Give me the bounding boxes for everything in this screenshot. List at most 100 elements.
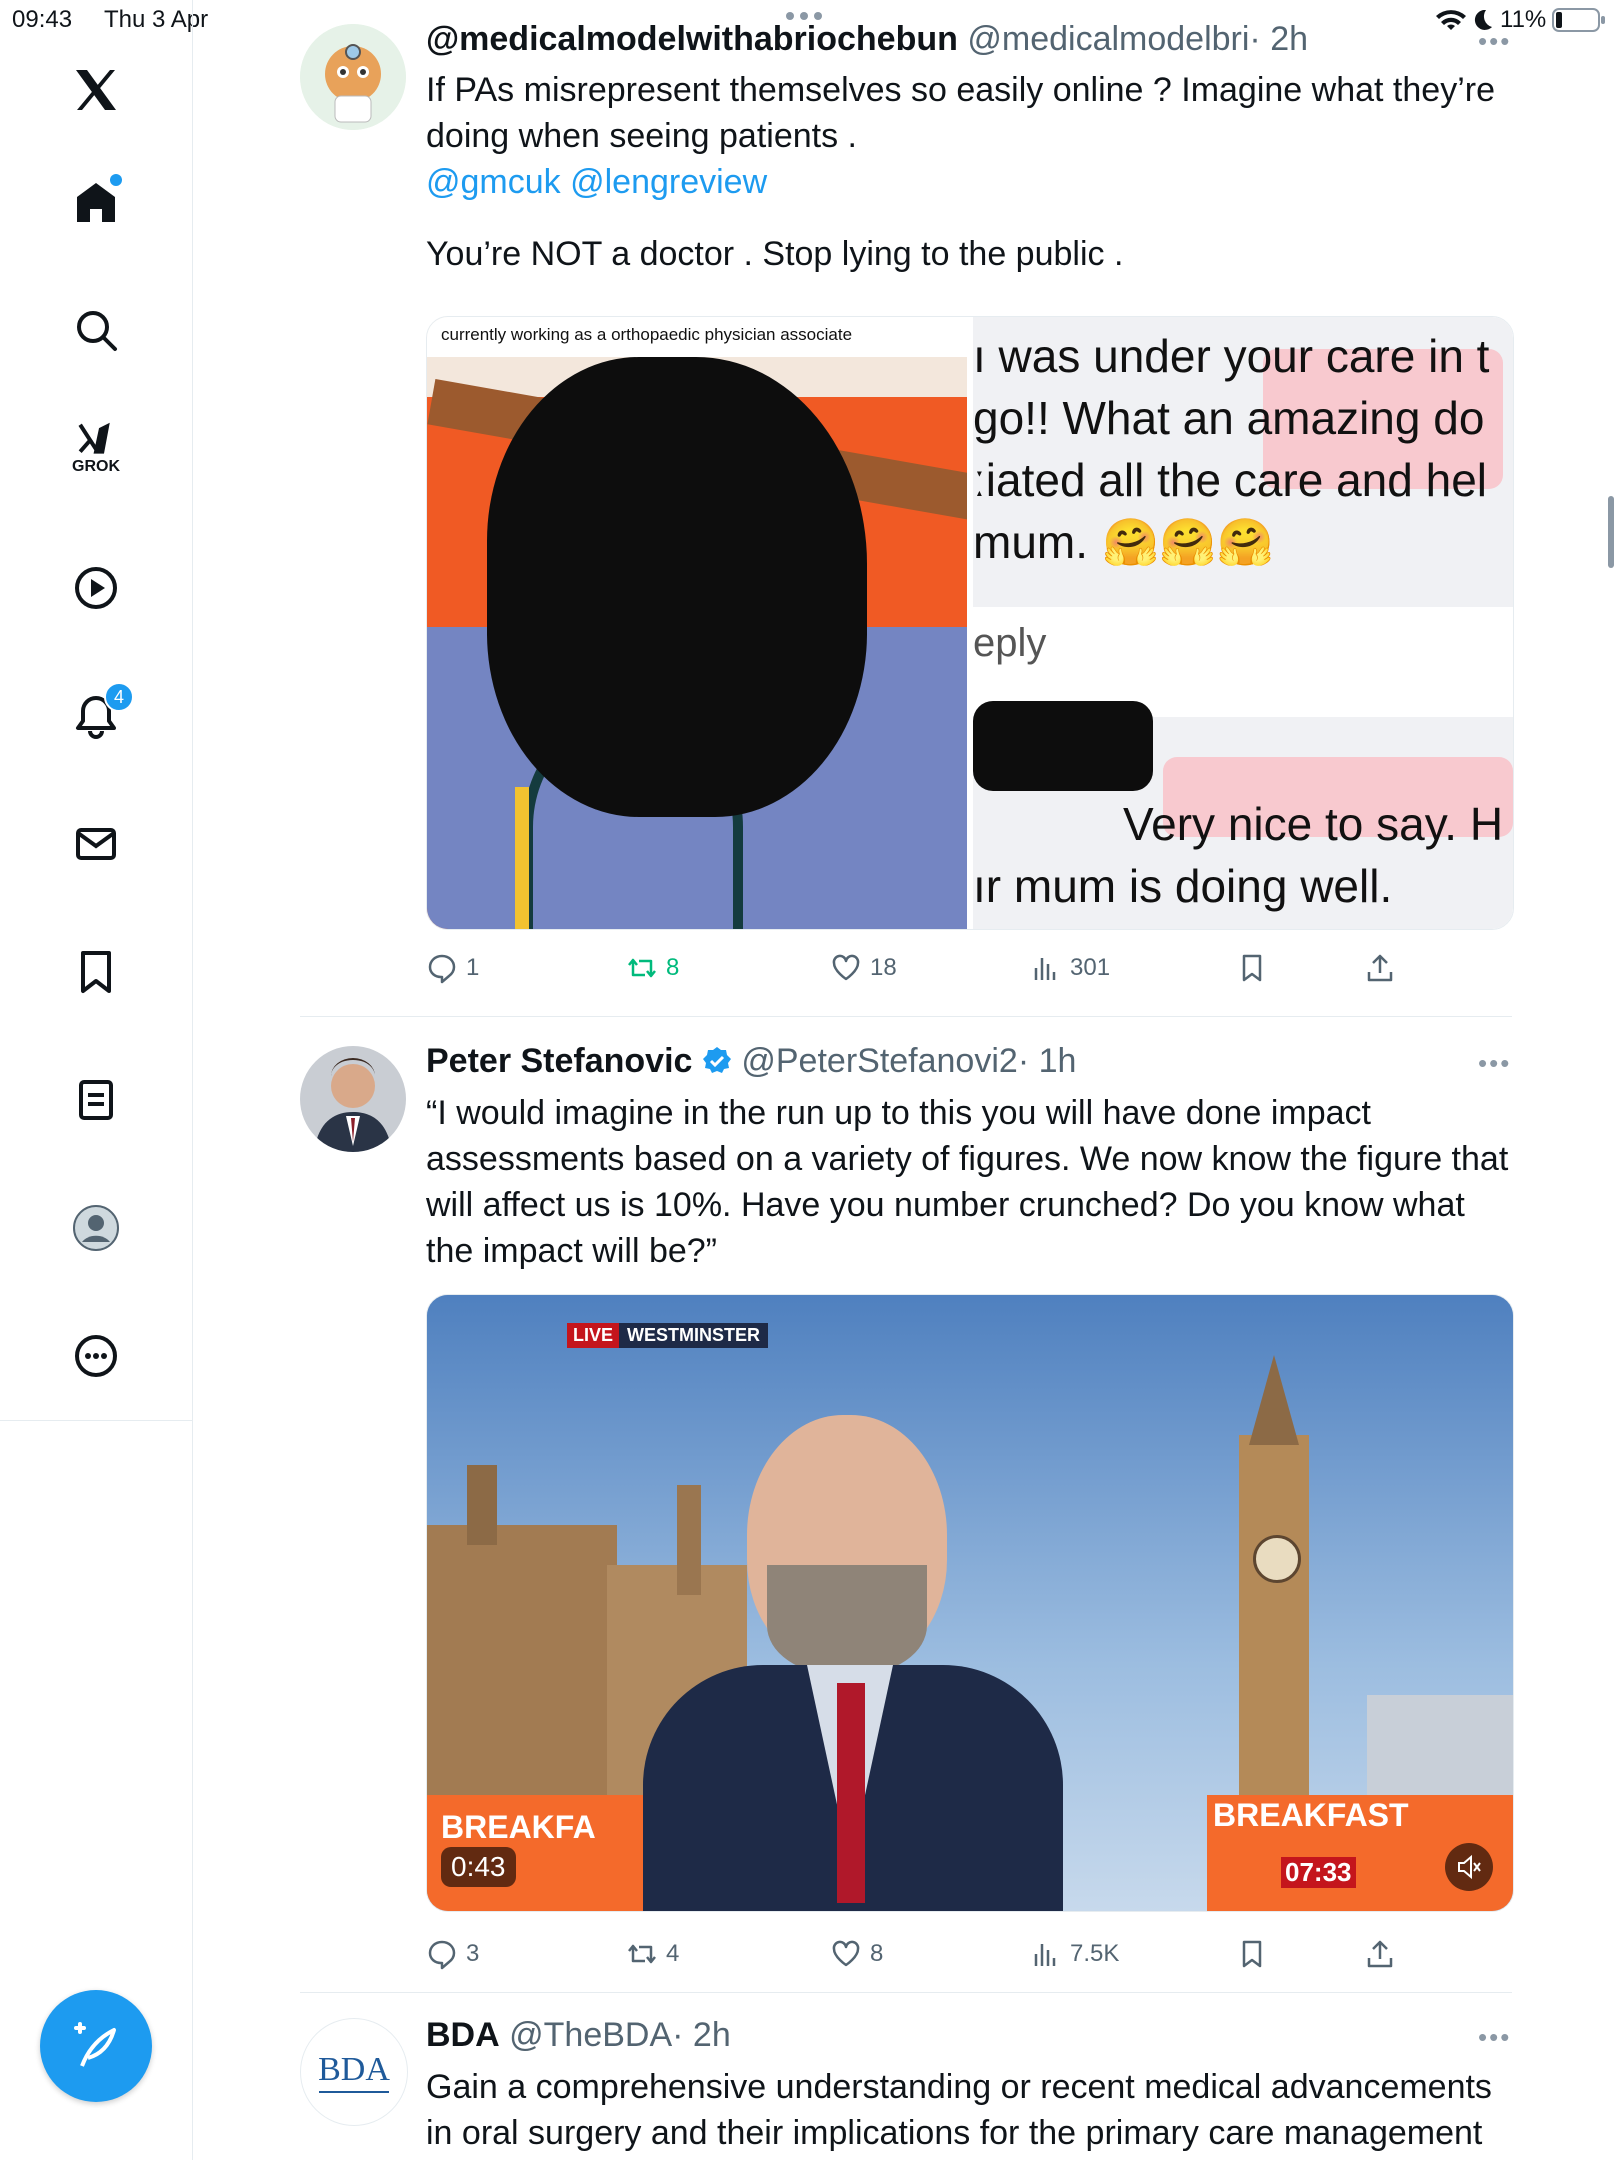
tweet-1-image-caption: currently working as a orthopaedic physi… — [441, 325, 853, 344]
tweet-2-time: · 1h — [1017, 1042, 1077, 1080]
tweet-1-repost-button[interactable]: 8 — [626, 952, 679, 984]
tweet-1-text: If PAs misrepresent themselves so easily… — [426, 67, 1526, 277]
tweet-3-text-line-1: Gain a comprehensive understanding or re… — [426, 2068, 1492, 2106]
tweet-3-avatar[interactable]: BDA — [300, 2018, 408, 2126]
tweet-1-image-text-6: Very nice to say. H — [1123, 798, 1504, 850]
tweet-2-repost-button[interactable]: 4 — [626, 1938, 679, 1970]
video-duration: 0:43 — [441, 1847, 516, 1887]
tweet-1-redaction-right — [973, 701, 1153, 791]
tweet-1-image-left[interactable]: currently working as a orthopaedic physi… — [427, 317, 967, 929]
sidebar-divider — [0, 1420, 192, 1421]
video-play-icon[interactable] — [68, 560, 124, 616]
compose-feather-icon — [74, 2022, 116, 2067]
hug-emoji-icon: 🤗🤗🤗 — [1102, 516, 1274, 568]
repost-icon — [628, 1944, 656, 1964]
tweet-1-author-handle[interactable]: @medicalmodelbri — [967, 20, 1249, 58]
right-banner-text: BREAKFAST — [1213, 1797, 1409, 1833]
wifi-icon — [1436, 10, 1466, 30]
tweet-3-author-name[interactable]: BDA — [426, 2016, 500, 2054]
tweet-1-avatar[interactable] — [300, 24, 406, 130]
tweet-3-author-handle[interactable]: @TheBDA — [509, 2016, 672, 2054]
tweet-2-text: “I would imagine in the run up to this y… — [426, 1090, 1526, 1274]
notifications-bell-icon[interactable]: 4 — [68, 682, 134, 744]
grok-icon[interactable]: GROK — [68, 420, 124, 476]
tweet-3-more-icon[interactable]: ••• — [1478, 2022, 1511, 2053]
battery-icon — [1552, 8, 1606, 32]
tweet-1-redaction-left — [487, 357, 867, 817]
notifications-badge: 4 — [104, 682, 134, 712]
reply-icon — [428, 954, 456, 984]
bda-logo-text: BDA — [318, 2051, 390, 2088]
tweet-2-author-name[interactable]: Peter Stefanovic — [426, 1042, 692, 1080]
tweet-2-avatar[interactable] — [300, 1046, 406, 1152]
repost-icon — [628, 958, 656, 978]
location-label: WESTMINSTER — [619, 1323, 769, 1348]
video-clock: 07:33 — [1281, 1857, 1356, 1888]
scrollbar-thumb[interactable] — [1608, 496, 1614, 568]
tweet-1-like-button[interactable]: 18 — [830, 952, 897, 984]
tweet-2-like-count: 8 — [870, 1940, 884, 1967]
tweet-1-view-count: 301 — [1070, 954, 1111, 981]
tweet-1-mentions[interactable]: @gmcuk @lengreview — [426, 159, 1526, 205]
bookmarks-icon[interactable] — [68, 944, 124, 1000]
heart-icon — [832, 1940, 860, 1967]
share-icon — [1367, 954, 1393, 982]
profile-avatar-icon[interactable] — [68, 1200, 124, 1256]
home-unread-dot — [110, 174, 122, 186]
tweet-1-reply-count: 1 — [466, 954, 480, 981]
tweet-2-reply-button[interactable]: 3 — [426, 1938, 479, 1970]
tweet-1-image-text-2: go!! What an amazing do — [973, 392, 1485, 444]
more-options-icon[interactable] — [68, 1328, 124, 1384]
share-icon — [1367, 1940, 1393, 1968]
speaker-muted-icon — [1458, 1854, 1481, 1880]
x-logo-icon[interactable] — [68, 62, 124, 118]
tweet-2-actions: 3 4 8 7.5K — [426, 1934, 1506, 1974]
tweet-1-text-line-1: If PAs misrepresent themselves so easily… — [426, 71, 1495, 109]
tweet-2-view-count: 7.5K — [1070, 1940, 1120, 1967]
tweet-2-views-button[interactable]: 7.5K — [1030, 1938, 1119, 1970]
multitasking-grabber[interactable] — [786, 12, 822, 20]
tweet-1-like-count: 18 — [870, 954, 897, 981]
tweet-2-text-line-2: assessments based on a variety of figure… — [426, 1140, 1509, 1178]
tweet-1-share-button[interactable] — [1364, 952, 1396, 984]
tweet-2-like-button[interactable]: 8 — [830, 1938, 883, 1970]
tweet-2-author-handle[interactable]: @PeterStefanovi2 — [741, 1042, 1017, 1080]
tweet-2-bookmark-button[interactable] — [1236, 1938, 1268, 1970]
home-icon[interactable] — [68, 174, 124, 230]
mute-button[interactable] — [1445, 1843, 1493, 1891]
messages-envelope-icon[interactable] — [68, 816, 124, 872]
tweet-1-reply-button[interactable]: 1 — [426, 952, 479, 984]
tweet-1-text-line-3: You’re NOT a doctor . Stop lying to the … — [426, 235, 1124, 273]
tweet-divider — [300, 1992, 1512, 1993]
tweet-2-repost-count: 4 — [666, 1940, 680, 1967]
compose-post-button[interactable] — [40, 1990, 152, 2102]
tweet-1-image-text-5: eply — [973, 621, 1047, 665]
tweet-1-text-line-2: doing when seeing patients . — [426, 117, 857, 155]
tweet-1-time: · 2h — [1249, 20, 1309, 58]
tweet-2-text-line-4: the impact will be?” — [426, 1232, 718, 1270]
bookmark-icon — [1242, 954, 1262, 982]
heart-icon — [832, 954, 860, 981]
status-icons: 11% — [1436, 6, 1606, 34]
tweet-2-text-line-3: will affect us is 10%. Have you number c… — [426, 1186, 1465, 1224]
tweet-3-text-line-2: in oral surgery and their implications f… — [426, 2114, 1483, 2152]
verified-badge-icon — [702, 1047, 731, 1073]
tweet-1-bookmark-button[interactable] — [1236, 952, 1268, 984]
tweet-1-image-text-7: ır mum is doing well. — [973, 860, 1393, 912]
search-icon[interactable] — [68, 302, 124, 358]
tweet-1-repost-count: 8 — [666, 954, 680, 981]
tweet-3-text: Gain a comprehensive understanding or re… — [426, 2064, 1526, 2156]
tweet-1-image-text-1: ı was under your care in t — [973, 330, 1490, 382]
tweet-1-views-button[interactable]: 301 — [1030, 952, 1110, 984]
reply-icon — [428, 1940, 456, 1970]
views-chart-icon — [1034, 1944, 1056, 1966]
tweet-1-image-text-4: mum. — [973, 516, 1088, 568]
tweet-1-more-icon[interactable]: ••• — [1478, 26, 1511, 57]
tweet-1-image-right[interactable]: ı was under your care in t go!! What an … — [973, 317, 1513, 929]
tweet-2-more-icon[interactable]: ••• — [1478, 1048, 1511, 1079]
lists-icon[interactable] — [68, 1072, 124, 1128]
tweet-1-media[interactable]: currently working as a orthopaedic physi… — [426, 316, 1514, 930]
tweet-2-share-button[interactable] — [1364, 1938, 1396, 1970]
tweet-2-video[interactable]: LIVE WESTMINSTER BREAKFA BREAKFAST 07:33… — [426, 1294, 1514, 1912]
tweet-1-author-name[interactable]: @medicalmodelwithabriochebun — [426, 20, 958, 58]
